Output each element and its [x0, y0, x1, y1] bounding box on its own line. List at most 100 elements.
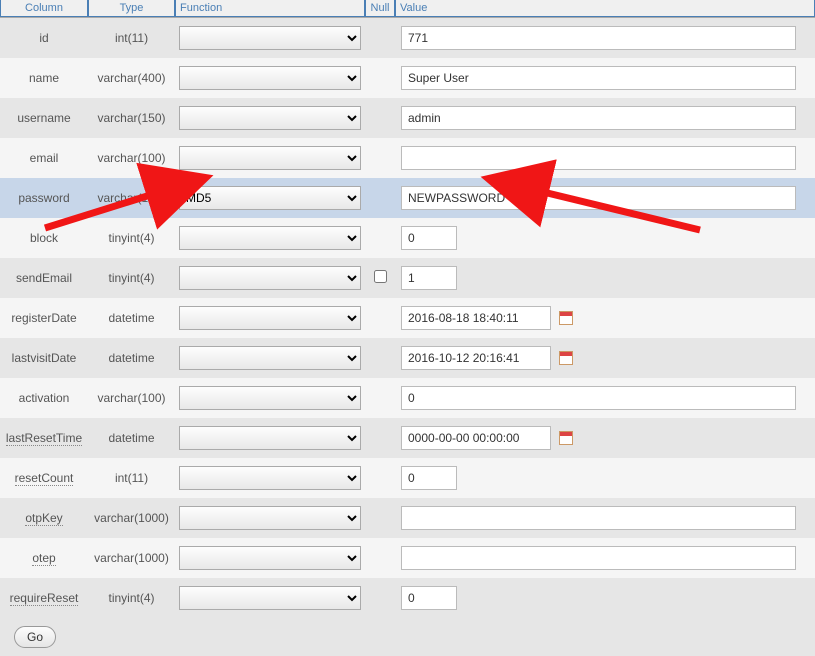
- function-cell-registerDate: [175, 306, 365, 330]
- function-select-block[interactable]: [179, 226, 361, 250]
- field-row-password: passwordvarchar(100) MD5: [0, 178, 815, 218]
- field-row-sendEmail: sendEmailtinyint(4): [0, 258, 815, 298]
- value-cell-block: [395, 226, 815, 250]
- function-select-otep[interactable]: [179, 546, 361, 570]
- calendar-icon[interactable]: [559, 351, 573, 365]
- field-row-block: blocktinyint(4): [0, 218, 815, 258]
- column-label-block: block: [0, 231, 88, 245]
- value-input-resetCount[interactable]: [401, 466, 457, 490]
- field-row-id: idint(11): [0, 18, 815, 58]
- type-label-lastResetTime: datetime: [88, 431, 175, 445]
- field-row-username: usernamevarchar(150): [0, 98, 815, 138]
- function-cell-activation: [175, 386, 365, 410]
- column-label-resetCount: resetCount: [0, 471, 88, 485]
- value-input-block[interactable]: [401, 226, 457, 250]
- function-select-id[interactable]: [179, 26, 361, 50]
- type-label-requireReset: tinyint(4): [88, 591, 175, 605]
- function-select-resetCount[interactable]: [179, 466, 361, 490]
- value-input-requireReset[interactable]: [401, 586, 457, 610]
- type-label-block: tinyint(4): [88, 231, 175, 245]
- value-cell-lastResetTime: [395, 426, 815, 450]
- type-label-id: int(11): [88, 31, 175, 45]
- value-cell-lastvisitDate: [395, 346, 815, 370]
- go-button[interactable]: Go: [14, 626, 56, 648]
- function-select-name[interactable]: [179, 66, 361, 90]
- value-input-lastvisitDate[interactable]: [401, 346, 551, 370]
- value-input-lastResetTime[interactable]: [401, 426, 551, 450]
- type-label-activation: varchar(100): [88, 391, 175, 405]
- field-row-lastvisitDate: lastvisitDatedatetime: [0, 338, 815, 378]
- value-cell-activation: [395, 386, 815, 410]
- type-label-email: varchar(100): [88, 151, 175, 165]
- function-select-username[interactable]: [179, 106, 361, 130]
- type-label-otep: varchar(1000): [88, 551, 175, 565]
- value-input-password[interactable]: [401, 186, 796, 210]
- field-row-name: namevarchar(400): [0, 58, 815, 98]
- column-label-sendEmail: sendEmail: [0, 271, 88, 285]
- field-row-requireReset: requireResettinyint(4): [0, 578, 815, 618]
- function-select-email[interactable]: [179, 146, 361, 170]
- value-input-email[interactable]: [401, 146, 796, 170]
- function-select-sendEmail[interactable]: [179, 266, 361, 290]
- calendar-icon[interactable]: [559, 311, 573, 325]
- header-null: Null: [365, 0, 395, 17]
- value-cell-username: [395, 106, 815, 130]
- function-cell-password: MD5: [175, 186, 365, 210]
- function-cell-resetCount: [175, 466, 365, 490]
- header-value: Value: [395, 0, 815, 17]
- field-row-activation: activationvarchar(100): [0, 378, 815, 418]
- value-input-id[interactable]: [401, 26, 796, 50]
- column-label-name: name: [0, 71, 88, 85]
- column-label-requireReset: requireReset: [0, 591, 88, 605]
- type-label-password: varchar(100): [88, 191, 175, 205]
- function-cell-id: [175, 26, 365, 50]
- column-label-lastResetTime: lastResetTime: [0, 431, 88, 445]
- function-cell-otep: [175, 546, 365, 570]
- type-label-lastvisitDate: datetime: [88, 351, 175, 365]
- function-cell-username: [175, 106, 365, 130]
- column-label-password: password: [0, 191, 88, 205]
- type-label-otpKey: varchar(1000): [88, 511, 175, 525]
- value-input-otpKey[interactable]: [401, 506, 796, 530]
- function-cell-requireReset: [175, 586, 365, 610]
- null-cell-sendEmail: [365, 270, 395, 286]
- function-cell-sendEmail: [175, 266, 365, 290]
- header-type: Type: [88, 0, 175, 17]
- header-function: Function: [175, 0, 365, 17]
- function-select-registerDate[interactable]: [179, 306, 361, 330]
- function-cell-block: [175, 226, 365, 250]
- null-checkbox-sendEmail[interactable]: [374, 270, 387, 283]
- calendar-icon[interactable]: [559, 431, 573, 445]
- table-header: Column Type Function Null Value: [0, 0, 815, 18]
- field-row-otep: otepvarchar(1000): [0, 538, 815, 578]
- function-select-password[interactable]: MD5: [179, 186, 361, 210]
- value-input-otep[interactable]: [401, 546, 796, 570]
- field-row-resetCount: resetCountint(11): [0, 458, 815, 498]
- value-cell-id: [395, 26, 815, 50]
- value-cell-registerDate: [395, 306, 815, 330]
- column-label-otpKey: otpKey: [0, 511, 88, 525]
- type-label-resetCount: int(11): [88, 471, 175, 485]
- function-select-requireReset[interactable]: [179, 586, 361, 610]
- column-label-id: id: [0, 31, 88, 45]
- type-label-registerDate: datetime: [88, 311, 175, 325]
- value-input-activation[interactable]: [401, 386, 796, 410]
- field-row-lastResetTime: lastResetTimedatetime: [0, 418, 815, 458]
- column-label-otep: otep: [0, 551, 88, 565]
- value-cell-email: [395, 146, 815, 170]
- value-cell-requireReset: [395, 586, 815, 610]
- function-cell-name: [175, 66, 365, 90]
- value-input-registerDate[interactable]: [401, 306, 551, 330]
- value-cell-password: [395, 186, 815, 210]
- type-label-sendEmail: tinyint(4): [88, 271, 175, 285]
- value-input-name[interactable]: [401, 66, 796, 90]
- value-cell-resetCount: [395, 466, 815, 490]
- function-select-lastResetTime[interactable]: [179, 426, 361, 450]
- function-select-activation[interactable]: [179, 386, 361, 410]
- field-row-registerDate: registerDatedatetime: [0, 298, 815, 338]
- function-select-lastvisitDate[interactable]: [179, 346, 361, 370]
- value-cell-otep: [395, 546, 815, 570]
- function-select-otpKey[interactable]: [179, 506, 361, 530]
- value-input-sendEmail[interactable]: [401, 266, 457, 290]
- value-input-username[interactable]: [401, 106, 796, 130]
